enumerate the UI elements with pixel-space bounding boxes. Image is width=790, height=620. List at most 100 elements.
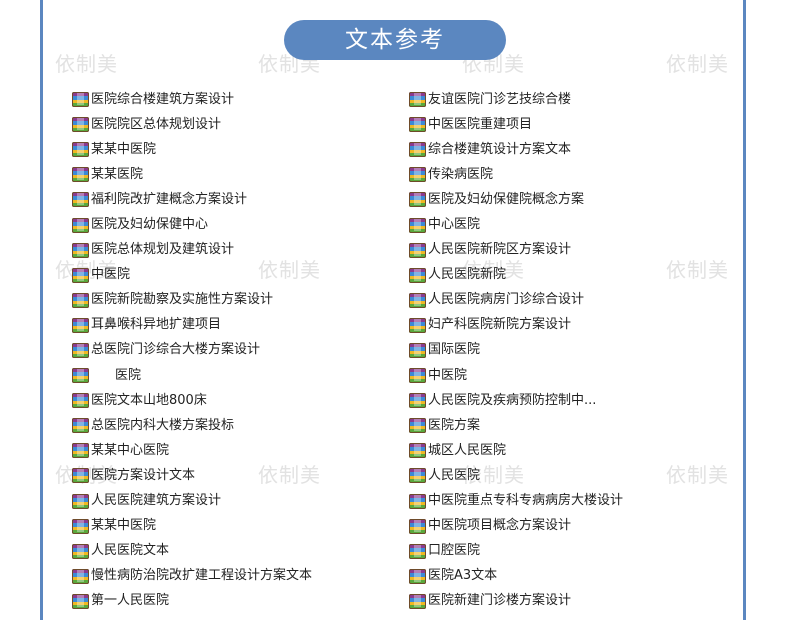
archive-file-icon (72, 418, 89, 434)
list-item[interactable]: 耳鼻喉科异地扩建项目 (72, 313, 409, 338)
list-item[interactable]: 医院及妇幼保健中心 (72, 212, 409, 237)
list-item-label: 医院总体规划及建筑设计 (91, 242, 235, 258)
list-item-label: 中医院重点专科专病病房大楼设计 (428, 493, 624, 509)
section-title: 文本参考 (284, 20, 506, 60)
archive-file-icon (409, 518, 426, 534)
list-item[interactable]: 中心医院 (409, 212, 672, 237)
archive-file-icon (409, 393, 426, 409)
list-item-label: 医院文本山地800床 (91, 392, 207, 408)
list-item[interactable]: 医院新院勘察及实施性方案设计 (72, 288, 409, 313)
archive-file-icon (409, 468, 426, 484)
list-item[interactable]: 慢性病防治院改扩建工程设计方案文本 (72, 564, 409, 589)
archive-file-icon (409, 117, 426, 133)
list-item-label: 人民医院新院 (428, 267, 507, 283)
list-item[interactable]: 国际医院 (409, 338, 672, 363)
list-item-label: 总医院门诊综合大楼方案设计 (91, 342, 261, 358)
archive-file-icon (409, 167, 426, 183)
list-item[interactable]: 医院文本山地800床 (72, 388, 409, 413)
archive-file-icon (72, 192, 89, 208)
archive-file-icon (72, 267, 89, 283)
list-item[interactable]: 中医院项目概念方案设计 (409, 514, 672, 539)
list-item[interactable]: 医院方案设计文本 (72, 463, 409, 488)
list-item-label: 妇产科医院新院方案设计 (428, 317, 572, 333)
frame-right-border (743, 0, 746, 620)
list-item[interactable]: 友谊医院门诊艺技综合楼 (409, 87, 672, 112)
archive-file-icon (409, 342, 426, 358)
list-item-label: 人民医院建筑方案设计 (91, 493, 222, 509)
list-item[interactable]: 综合楼建筑设计方案文本 (409, 137, 672, 162)
list-item[interactable]: 医院及妇幼保健院概念方案 (409, 187, 672, 212)
list-item[interactable]: 医院新建门诊楼方案设计 (409, 589, 672, 614)
archive-file-icon (72, 142, 89, 158)
list-item-label: 人民医院 (428, 467, 481, 483)
list-item[interactable]: 人民医院新院区方案设计 (409, 238, 672, 263)
list-item[interactable]: 医院综合楼建筑方案设计 (72, 87, 409, 112)
archive-file-icon (72, 167, 89, 183)
list-item[interactable]: 总医院门诊综合大楼方案设计 (72, 338, 409, 363)
watermark: 依制美 (666, 52, 729, 76)
archive-file-icon (409, 92, 426, 108)
list-item[interactable]: 医院方案 (409, 413, 672, 438)
list-item[interactable]: 医院 (72, 363, 409, 388)
list-item-label: 口腔医院 (428, 543, 481, 559)
list-item[interactable]: 医院院区总体规划设计 (72, 112, 409, 137)
list-item[interactable]: 人民医院新院 (409, 263, 672, 288)
list-item[interactable]: 某某中医院 (72, 514, 409, 539)
archive-file-icon (72, 117, 89, 133)
list-item-label: 某某中医院 (91, 141, 157, 157)
list-item[interactable]: 中医院 (409, 363, 672, 388)
archive-file-icon (72, 342, 89, 358)
list-item-label: 医院院区总体规划设计 (91, 116, 222, 132)
archive-file-icon (409, 142, 426, 158)
list-item-label: 人民医院及疾病预防控制中... (428, 392, 597, 408)
archive-file-icon (409, 267, 426, 283)
frame-left-border (40, 0, 43, 620)
archive-file-icon (409, 418, 426, 434)
list-item-label: 中医院项目概念方案设计 (428, 518, 572, 534)
list-item[interactable]: 某某医院 (72, 162, 409, 187)
archive-file-icon (72, 568, 89, 584)
archive-file-icon (409, 368, 426, 384)
list-item[interactable]: 总医院内科大楼方案投标 (72, 413, 409, 438)
archive-file-icon (409, 292, 426, 308)
list-item[interactable]: 医院总体规划及建筑设计 (72, 238, 409, 263)
list-item[interactable]: 中医医院重建项目 (409, 112, 672, 137)
list-item[interactable]: 人民医院病房门诊综合设计 (409, 288, 672, 313)
list-item[interactable]: 妇产科医院新院方案设计 (409, 313, 672, 338)
archive-file-icon (72, 468, 89, 484)
list-item-label: 人民医院新院区方案设计 (428, 242, 572, 258)
list-item-label: 医院方案设计文本 (91, 467, 196, 483)
list-item[interactable]: 第一人民医院 (72, 589, 409, 614)
list-item[interactable]: 某某中心医院 (72, 438, 409, 463)
archive-file-icon (409, 242, 426, 258)
list-item[interactable]: 人民医院文本 (72, 539, 409, 564)
list-item[interactable]: 人民医院 (409, 463, 672, 488)
list-item-label: 中医院 (91, 267, 131, 283)
list-item[interactable]: 医院A3文本 (409, 564, 672, 589)
list-item[interactable]: 某某中医院 (72, 137, 409, 162)
list-item-label: 医院综合楼建筑方案设计 (91, 91, 235, 107)
list-item[interactable]: 人民医院建筑方案设计 (72, 489, 409, 514)
archive-file-icon (409, 443, 426, 459)
list-item[interactable]: 中医院重点专科专病病房大楼设计 (409, 489, 672, 514)
list-item[interactable]: 人民医院及疾病预防控制中... (409, 388, 672, 413)
list-item-label: 国际医院 (428, 342, 481, 358)
list-item-label: 医院 (115, 367, 142, 383)
list-item[interactable]: 福利院改扩建概念方案设计 (72, 187, 409, 212)
list-item-label: 某某中医院 (91, 518, 157, 534)
list-item[interactable]: 口腔医院 (409, 539, 672, 564)
list-item[interactable]: 城区人民医院 (409, 438, 672, 463)
list-item-label: 人民医院病房门诊综合设计 (428, 292, 585, 308)
list-item-label: 医院及妇幼保健中心 (91, 217, 209, 233)
archive-file-icon (409, 192, 426, 208)
list-item[interactable]: 中医院 (72, 263, 409, 288)
list-item[interactable]: 传染病医院 (409, 162, 672, 187)
list-item-label: 慢性病防治院改扩建工程设计方案文本 (91, 568, 313, 584)
list-item-label: 医院新院勘察及实施性方案设计 (91, 292, 274, 308)
list-item-label: 耳鼻喉科异地扩建项目 (91, 317, 222, 333)
archive-file-icon (72, 543, 89, 559)
list-item-label: 医院新建门诊楼方案设计 (428, 593, 572, 609)
archive-file-icon (409, 317, 426, 333)
list-item-label: 医院方案 (428, 417, 481, 433)
archive-file-icon (409, 217, 426, 233)
